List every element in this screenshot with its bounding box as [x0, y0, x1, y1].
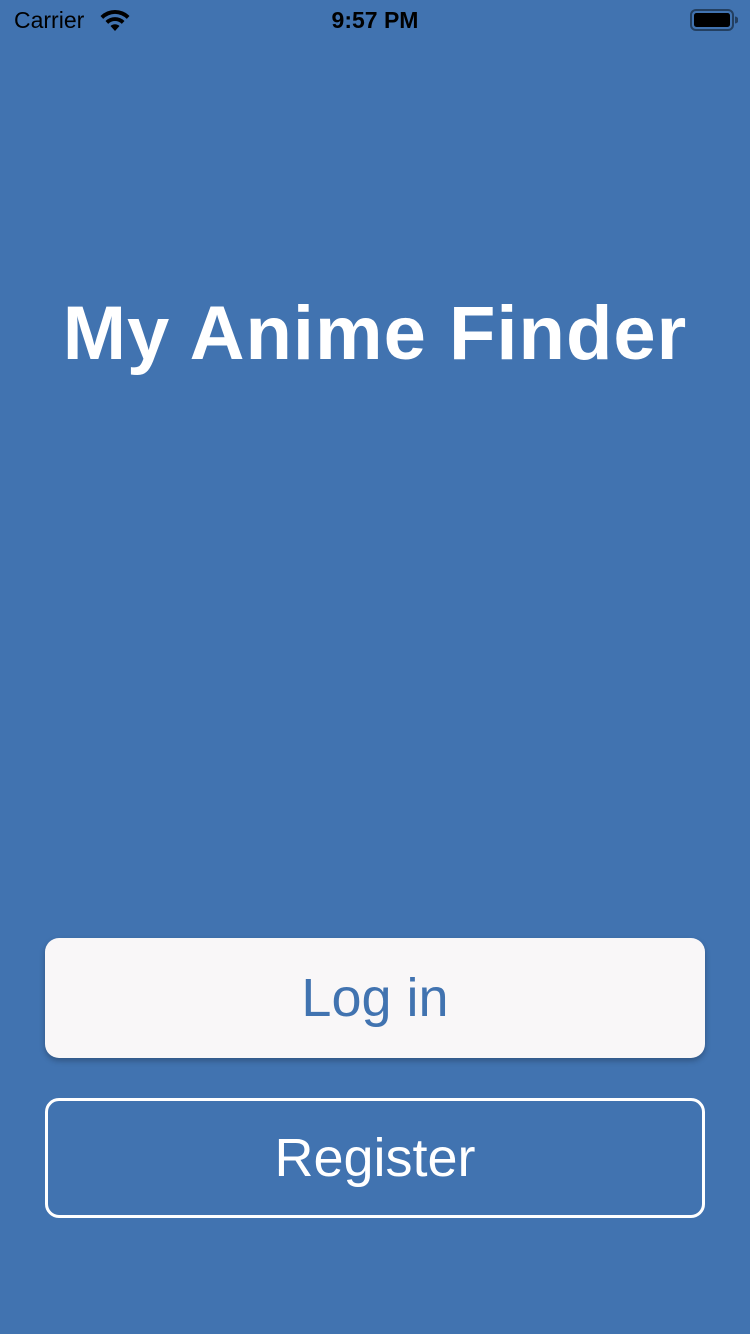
login-button-label: Log in [301, 968, 449, 1028]
register-button-label: Register [274, 1128, 476, 1188]
app-title: My Anime Finder [62, 291, 688, 376]
battery-icon [690, 9, 739, 31]
login-button[interactable]: Log in [45, 938, 705, 1058]
status-bar: Carrier 9:57 PM [0, 0, 750, 40]
status-time: 9:57 PM [331, 7, 419, 33]
register-button[interactable]: Register [45, 1098, 705, 1218]
